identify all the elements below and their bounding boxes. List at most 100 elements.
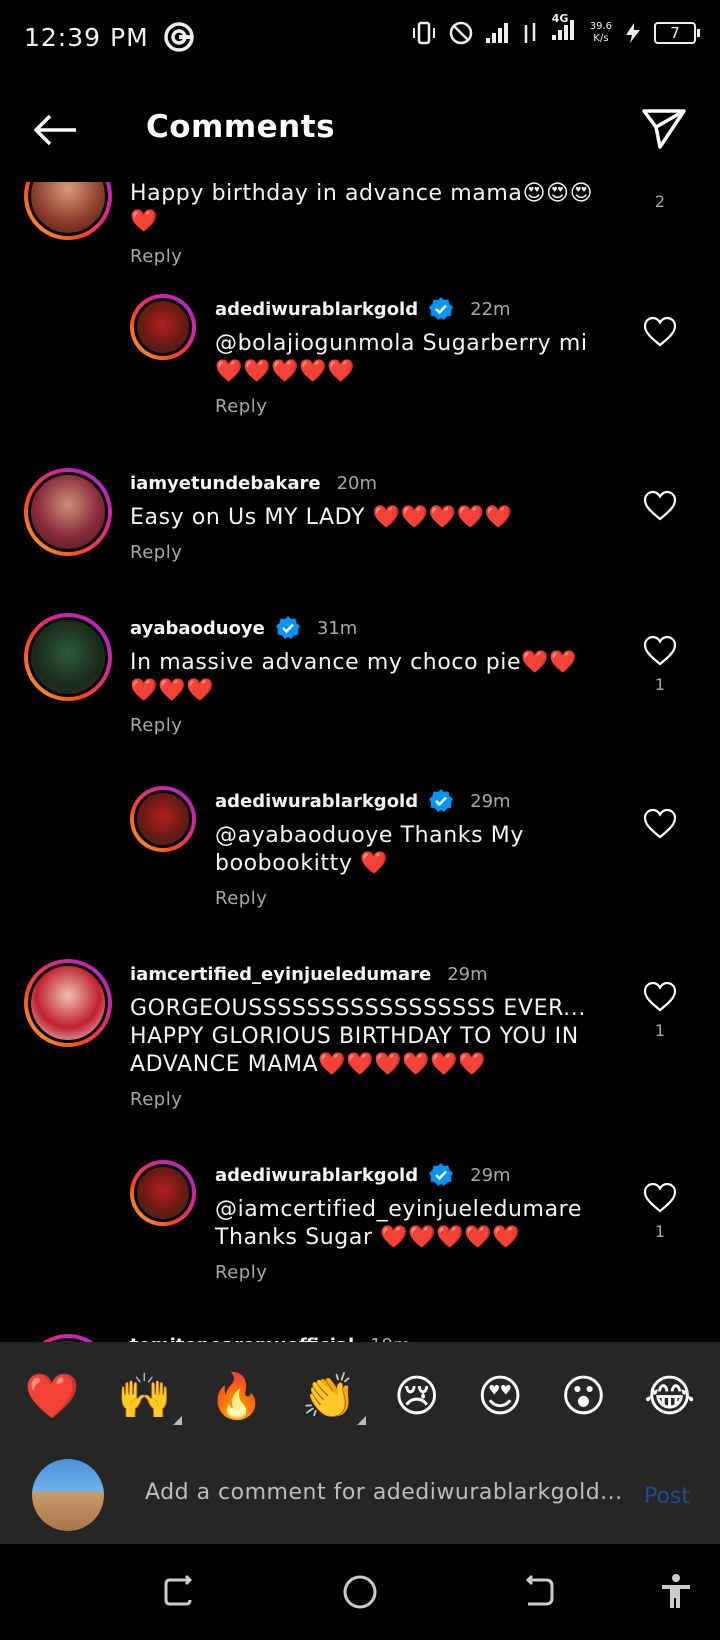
username[interactable]: adediwurablarkgold bbox=[215, 299, 418, 320]
reply-button[interactable]: Reply bbox=[215, 396, 615, 417]
comment-time: 29m bbox=[470, 1164, 511, 1186]
comment-time: 29m bbox=[447, 963, 488, 985]
status-icons: 4G 39.6 K/s 7 bbox=[410, 12, 700, 47]
reply-button[interactable]: Reply bbox=[215, 1262, 615, 1283]
skin-tone-indicator-icon bbox=[357, 1416, 367, 1425]
comment-text: @ayabaoduoye Thanks My boobookitty ❤️ bbox=[215, 823, 525, 876]
comment-composer: Add a comment for adediwurablarkgold... … bbox=[0, 1452, 720, 1544]
heart-icon bbox=[643, 808, 677, 839]
avatar[interactable] bbox=[24, 182, 112, 240]
comment-text: @iamcertified_eyinjueledumare Thanks Sug… bbox=[215, 1197, 582, 1250]
home-icon[interactable] bbox=[340, 1572, 380, 1612]
header: Comments bbox=[0, 95, 720, 165]
emoji-clap[interactable]: 👏 bbox=[302, 1375, 367, 1425]
comment-time: 29m bbox=[470, 790, 511, 812]
username[interactable]: ayabaoduoye bbox=[130, 618, 265, 639]
charging-icon bbox=[626, 22, 640, 43]
current-user-avatar[interactable] bbox=[32, 1459, 104, 1531]
verified-badge-icon bbox=[275, 616, 300, 639]
status-bar: 12:39 PM 4G 39.6 K/s 7 bbox=[0, 0, 720, 74]
avatar[interactable] bbox=[130, 294, 196, 360]
verified-badge-icon bbox=[429, 1163, 454, 1186]
emoji-raised-hands-glyph: 🙌 bbox=[117, 1371, 172, 1422]
emoji-reaction-bar: ❤️ 🙌 🔥 👏 😢 😍 😮 😂 bbox=[0, 1342, 720, 1452]
username[interactable]: adediwurablarkgold bbox=[215, 791, 418, 812]
like-count: 1 bbox=[654, 675, 666, 694]
username[interactable]: temitopearemuofficial bbox=[130, 1335, 354, 1343]
heart-icon bbox=[643, 316, 677, 347]
verified-badge-icon bbox=[429, 297, 454, 320]
emoji-surprised[interactable]: 😮 bbox=[560, 1375, 606, 1419]
skin-tone-indicator-icon bbox=[172, 1416, 182, 1425]
emoji-raised-hands[interactable]: 🙌 bbox=[117, 1375, 182, 1425]
comments-list[interactable]: Happy birthday in advance mama😍😍😍❤️ Repl… bbox=[0, 182, 720, 1342]
network-type: 4G bbox=[551, 12, 569, 25]
reply-button[interactable]: Reply bbox=[130, 246, 620, 267]
comment-time: 20m bbox=[336, 472, 378, 494]
like-button[interactable] bbox=[640, 808, 680, 848]
username[interactable]: iamcertified_eyinjueledumare bbox=[130, 964, 431, 985]
comment-time: 19m bbox=[370, 1335, 410, 1343]
like-button[interactable]: 1 bbox=[640, 981, 680, 1040]
comment-time: 22m bbox=[470, 298, 511, 320]
comment-text: Easy on Us MY LADY ❤️❤️❤️❤️❤️ bbox=[130, 505, 513, 530]
like-button[interactable]: 2 bbox=[640, 182, 680, 211]
avatar[interactable] bbox=[130, 1160, 196, 1226]
like-count: 1 bbox=[654, 1021, 666, 1040]
emoji-clap-glyph: 👏 bbox=[301, 1371, 357, 1422]
like-button[interactable] bbox=[640, 316, 680, 356]
g-app-icon bbox=[163, 22, 194, 52]
comment-text: Happy birthday in advance mama😍😍😍❤️ bbox=[130, 182, 594, 234]
emoji-crying[interactable]: 😢 bbox=[394, 1375, 440, 1419]
net-speed: 39.6 K/s bbox=[590, 21, 612, 45]
send-icon bbox=[642, 109, 686, 149]
comment-time: 31m bbox=[316, 617, 358, 639]
comment-text: GORGEOUSSSSSSSSSSSSSSSSS EVER... HAPPY G… bbox=[130, 996, 586, 1077]
back-button[interactable] bbox=[30, 105, 80, 155]
verified-badge-icon bbox=[429, 789, 454, 812]
heart-icon bbox=[643, 1182, 677, 1213]
emoji-heart[interactable]: ❤️ bbox=[25, 1375, 80, 1419]
reply-button[interactable]: Reply bbox=[215, 888, 615, 909]
vibrate-icon bbox=[412, 21, 435, 44]
comment-text: @bolajiogunmola Sugarberry mi ❤️❤️❤️❤️❤️ bbox=[215, 331, 588, 384]
avatar[interactable] bbox=[24, 959, 112, 1047]
share-button[interactable] bbox=[638, 103, 690, 155]
system-nav-bar bbox=[0, 1544, 720, 1640]
emoji-fire[interactable]: 🔥 bbox=[209, 1375, 264, 1419]
avatar[interactable] bbox=[130, 786, 196, 852]
username[interactable]: iamyetundebakare bbox=[130, 473, 321, 494]
arrow-left-icon bbox=[33, 114, 76, 146]
like-button[interactable]: 1 bbox=[640, 635, 680, 694]
back-nav-icon[interactable] bbox=[518, 1572, 558, 1612]
battery-indicator: 7 bbox=[654, 21, 700, 44]
accessibility-icon[interactable] bbox=[656, 1572, 696, 1612]
signal-4g: 4G bbox=[550, 12, 580, 47]
comment-input[interactable]: Add a comment for adediwurablarkgold... bbox=[145, 1480, 623, 1505]
avatar[interactable] bbox=[24, 468, 112, 556]
reply-button[interactable]: Reply bbox=[130, 715, 600, 736]
speed-value: 39.6 bbox=[589, 20, 612, 32]
comment-text: In massive advance my choco pie❤️❤️❤️❤️❤… bbox=[130, 650, 578, 703]
emoji-heart-eyes[interactable]: 😍 bbox=[477, 1375, 523, 1419]
like-button[interactable] bbox=[640, 490, 680, 530]
signal-icon bbox=[485, 22, 508, 43]
heart-icon bbox=[643, 490, 677, 521]
heart-icon bbox=[643, 635, 677, 666]
heart-icon bbox=[643, 981, 677, 1012]
post-button[interactable]: Post bbox=[644, 1484, 690, 1509]
recent-apps-icon[interactable] bbox=[160, 1572, 200, 1612]
avatar[interactable] bbox=[24, 1334, 112, 1342]
reply-button[interactable]: Reply bbox=[130, 1089, 600, 1110]
do-not-disturb-icon bbox=[449, 21, 472, 44]
battery-level: 7 bbox=[670, 23, 680, 42]
username[interactable]: adediwurablarkgold bbox=[215, 1165, 418, 1186]
avatar[interactable] bbox=[24, 613, 112, 701]
like-count: 2 bbox=[654, 192, 666, 211]
emoji-laughing[interactable]: 😂 bbox=[644, 1375, 695, 1419]
chevron-down-icon bbox=[643, 182, 677, 184]
page-title: Comments bbox=[146, 109, 336, 145]
speed-unit: K/s bbox=[593, 32, 609, 44]
like-button[interactable]: 1 bbox=[640, 1182, 680, 1241]
reply-button[interactable]: Reply bbox=[130, 542, 620, 563]
